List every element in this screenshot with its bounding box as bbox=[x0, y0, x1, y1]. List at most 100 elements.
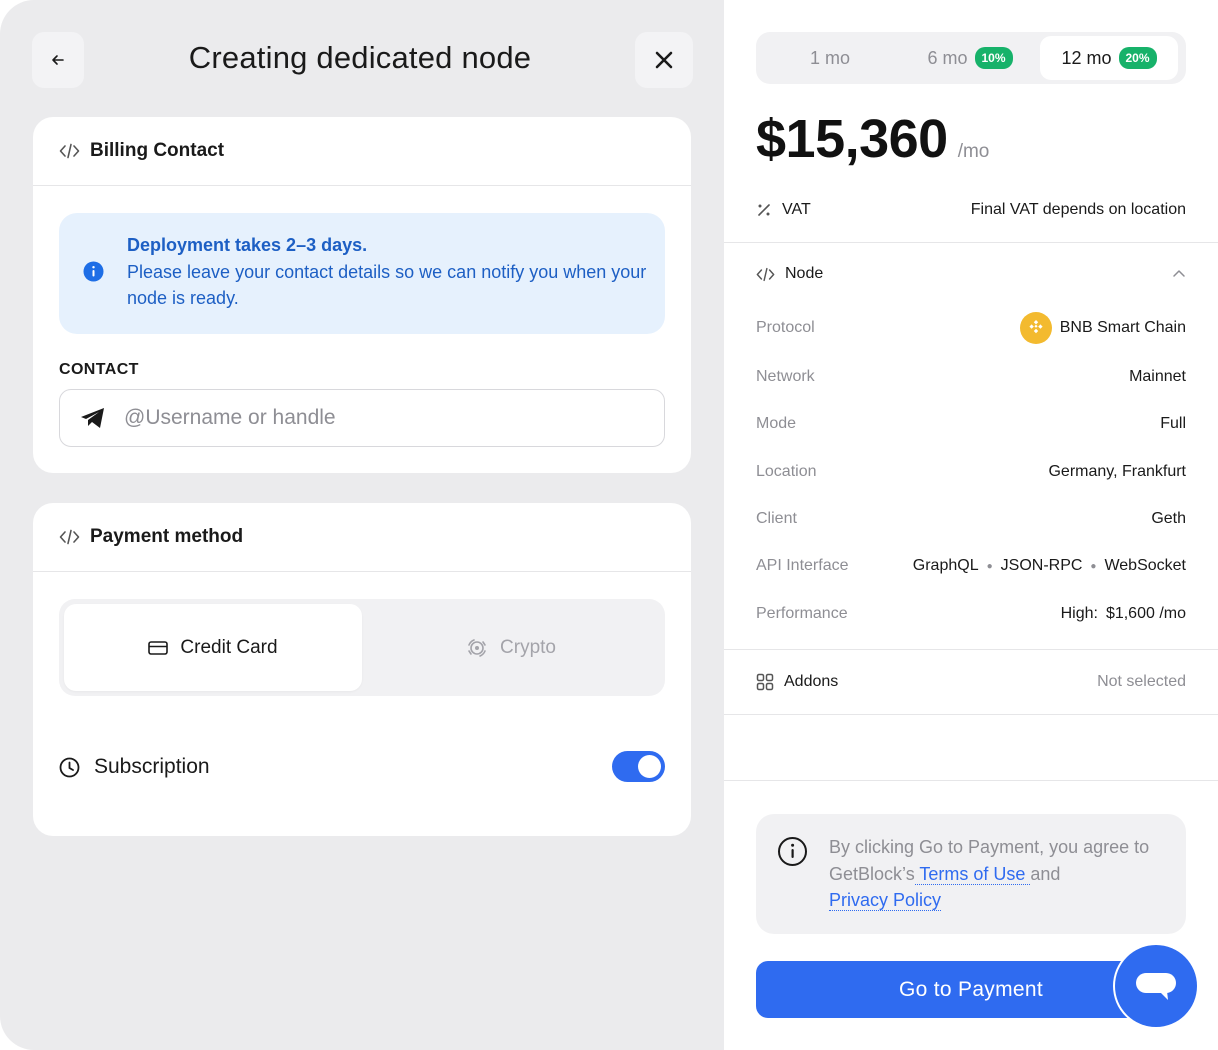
client-label: Client bbox=[756, 510, 797, 527]
node-title: Node bbox=[785, 265, 824, 282]
vat-label: VAT bbox=[782, 201, 811, 218]
terms-notice: By clicking Go to Payment, you agree to … bbox=[756, 814, 1186, 934]
credit-card-option[interactable]: Credit Card bbox=[64, 604, 362, 691]
terms-text: By clicking Go to Payment, you agree to … bbox=[829, 834, 1174, 914]
performance-level: High: bbox=[1060, 605, 1098, 622]
discount-badge: 10% bbox=[974, 47, 1013, 69]
node-section-header[interactable]: Node bbox=[756, 262, 1186, 286]
info-text: Deployment takes 2–3 days. Please leave … bbox=[127, 232, 647, 312]
addons-value: Not selected bbox=[1097, 673, 1186, 690]
crypto-option[interactable]: Crypto bbox=[362, 604, 660, 691]
location-value: Germany, Frankfurt bbox=[1048, 463, 1186, 480]
payment-method-header: Payment method bbox=[33, 503, 691, 572]
mode-row: Mode Full bbox=[756, 413, 1186, 435]
separator-dot: ● bbox=[1090, 560, 1097, 572]
code-icon bbox=[59, 529, 80, 545]
api-interface-row: API Interface GraphQL ● JSON-RPC ● WebSo… bbox=[756, 555, 1186, 577]
location-label: Location bbox=[756, 463, 817, 480]
performance-row: Performance High: $1,600 /mo bbox=[756, 603, 1186, 625]
price-unit: /mo bbox=[957, 141, 990, 162]
close-icon bbox=[655, 51, 673, 69]
vat-row: VAT Final VAT depends on location bbox=[756, 198, 1186, 222]
price-amount: $15,360 bbox=[756, 109, 948, 169]
addons-row[interactable]: Addons Not selected bbox=[756, 670, 1186, 694]
grid-icon bbox=[756, 673, 774, 691]
deployment-info-banner: Deployment takes 2–3 days. Please leave … bbox=[59, 213, 665, 334]
network-value: Mainnet bbox=[1129, 368, 1186, 385]
chat-widget-button[interactable] bbox=[1115, 945, 1197, 1027]
protocol-label: Protocol bbox=[756, 319, 815, 336]
info-body: Please leave your contact details so we … bbox=[127, 261, 647, 309]
client-row: Client Geth bbox=[756, 508, 1186, 530]
billing-contact-card: Billing Contact Deployment takes 2–3 day… bbox=[33, 117, 691, 473]
payment-method-title: Payment method bbox=[90, 526, 244, 547]
network-row: Network Mainnet bbox=[756, 366, 1186, 388]
payment-method-selector: Credit Card Crypto bbox=[59, 599, 665, 696]
terms-text-mid: and bbox=[1030, 863, 1061, 884]
vat-value: Final VAT depends on location bbox=[970, 201, 1186, 218]
separator-dot: ● bbox=[986, 560, 993, 572]
billing-contact-title: Billing Contact bbox=[90, 140, 225, 161]
client-value: Geth bbox=[1151, 510, 1186, 527]
info-title: Deployment takes 2–3 days. bbox=[127, 235, 368, 255]
mode-value: Full bbox=[1160, 415, 1186, 432]
api-interface-label: API Interface bbox=[756, 557, 849, 574]
subscription-row: Subscription bbox=[59, 751, 665, 783]
back-button[interactable] bbox=[32, 32, 84, 88]
tab-label: 12 mo bbox=[1061, 47, 1112, 68]
tab-label: 1 mo bbox=[809, 47, 851, 68]
protocol-value: BNB Smart Chain bbox=[1059, 319, 1186, 336]
divider bbox=[724, 242, 1218, 243]
payment-method-card: Payment method Credit Card Crypto Subscr… bbox=[33, 503, 691, 836]
code-icon bbox=[59, 143, 80, 159]
plan-duration-tabs: 1 mo 6 mo 10% 12 mo 20% bbox=[756, 32, 1186, 84]
performance-value-group: High: $1,600 /mo bbox=[1061, 605, 1186, 623]
api-json-rpc: JSON-RPC bbox=[1000, 557, 1083, 574]
tab-6-months[interactable]: 6 mo 10% bbox=[900, 36, 1040, 80]
terms-of-use-link[interactable]: Terms of Use bbox=[914, 863, 1031, 885]
mode-label: Mode bbox=[756, 415, 797, 432]
network-label: Network bbox=[756, 368, 815, 385]
subscription-label: Subscription bbox=[94, 755, 210, 778]
addons-title: Addons bbox=[784, 673, 839, 690]
toggle-knob bbox=[638, 755, 661, 778]
info-outline-icon bbox=[778, 837, 807, 866]
contact-label: CONTACT bbox=[59, 361, 139, 378]
percent-icon bbox=[758, 204, 770, 216]
protocol-value-group: BNB Smart Chain bbox=[1019, 312, 1186, 344]
crypto-label: Crypto bbox=[500, 636, 556, 658]
api-graphql: GraphQL bbox=[912, 557, 979, 574]
contact-field[interactable] bbox=[59, 389, 665, 447]
tab-1-month[interactable]: 1 mo bbox=[760, 36, 900, 80]
performance-label: Performance bbox=[756, 605, 848, 622]
credit-card-icon bbox=[148, 640, 169, 655]
chat-icon bbox=[1136, 973, 1176, 1000]
page-title: Creating dedicated node bbox=[188, 40, 532, 75]
chevron-up-icon[interactable] bbox=[1172, 267, 1186, 281]
subscription-toggle[interactable] bbox=[612, 751, 665, 782]
close-button[interactable] bbox=[635, 32, 693, 88]
tab-label: 6 mo bbox=[927, 47, 968, 68]
divider bbox=[724, 714, 1218, 715]
crypto-icon bbox=[468, 638, 486, 657]
location-row: Location Germany, Frankfurt bbox=[756, 461, 1186, 483]
addons-title-group: Addons bbox=[756, 673, 838, 691]
arrow-left-icon bbox=[52, 55, 64, 65]
tab-12-months[interactable]: 12 mo 20% bbox=[1040, 36, 1178, 80]
api-interface-values: GraphQL ● JSON-RPC ● WebSocket bbox=[913, 557, 1186, 575]
order-summary-panel: 1 mo 6 mo 10% 12 mo 20% $15,360 /mo VAT … bbox=[724, 0, 1218, 1050]
node-config-panel: Creating dedicated node Billing Contact … bbox=[0, 0, 724, 1050]
code-icon bbox=[756, 267, 775, 281]
contact-input[interactable] bbox=[124, 406, 604, 430]
node-title-group: Node bbox=[756, 265, 823, 283]
privacy-policy-link[interactable]: Privacy Policy bbox=[829, 890, 942, 911]
telegram-icon bbox=[81, 408, 104, 428]
vat-label-group: VAT bbox=[756, 201, 811, 219]
clock-icon bbox=[59, 757, 80, 777]
performance-price: $1,600 /mo bbox=[1105, 605, 1186, 622]
api-websocket: WebSocket bbox=[1104, 557, 1186, 574]
billing-contact-header: Billing Contact bbox=[33, 117, 691, 186]
credit-card-label: Credit Card bbox=[180, 636, 278, 658]
price-display: $15,360 /mo bbox=[756, 108, 989, 170]
bnb-logo-icon bbox=[1019, 312, 1052, 344]
